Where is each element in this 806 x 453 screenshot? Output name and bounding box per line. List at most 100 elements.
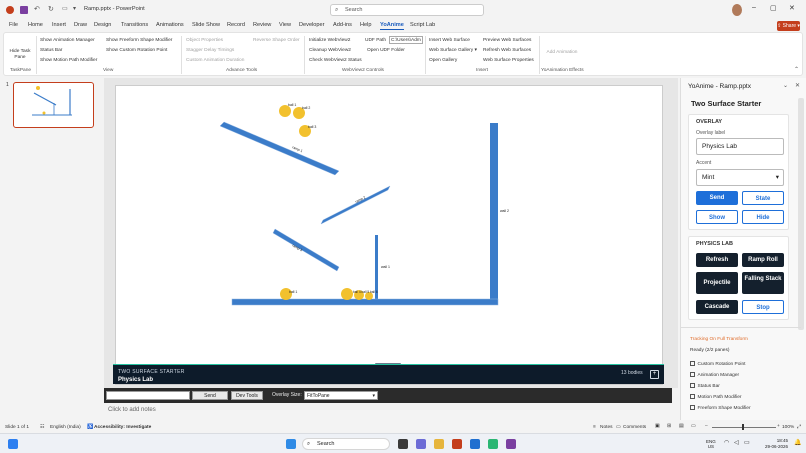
file-explorer-icon[interactable] xyxy=(434,439,444,449)
tab-animations[interactable]: Animations xyxy=(156,22,184,28)
tab-developer[interactable]: Developer xyxy=(299,22,325,28)
show-freeform-shape-modifier[interactable]: Show Freeform Shape Modifier xyxy=(106,38,172,43)
status-bar-toggle[interactable]: Status Bar xyxy=(40,48,62,53)
comments-button[interactable]: Comments xyxy=(623,425,646,430)
ramp-1[interactable] xyxy=(219,121,340,176)
wifi-icon[interactable]: ◠ xyxy=(724,439,729,446)
hud-add-button[interactable]: + xyxy=(650,370,659,379)
refresh-button[interactable]: Refresh xyxy=(696,253,738,267)
browser-icon[interactable] xyxy=(488,439,498,449)
stop-button[interactable]: Stop xyxy=(742,300,784,314)
checkbox[interactable] xyxy=(690,383,695,388)
close-icon[interactable]: ✕ xyxy=(789,4,795,12)
check-motion-path-modifier[interactable]: Motion Path Modifier xyxy=(690,394,742,400)
state-button[interactable]: State xyxy=(742,191,784,205)
accessibility-status[interactable]: Accessibility: Investigate xyxy=(94,425,151,430)
reverse-shape-order[interactable]: Reverse Shape Order xyxy=(253,38,300,43)
udf-path-input[interactable]: C:\Users\Adm xyxy=(389,36,423,44)
slide-canvas[interactable]: ball 1 ball 2 ball 3 ramp 1 ramp 2 ramp … xyxy=(115,85,663,385)
battery-icon[interactable]: ▭ xyxy=(744,439,750,446)
web-surface-gallery[interactable]: Web Surface Gallery ▾ xyxy=(429,48,477,53)
overlay-size-select[interactable]: FitToPane ▾ xyxy=(304,391,378,400)
notifications-icon[interactable]: 🔔 xyxy=(794,439,801,446)
refresh-web-surfaces[interactable]: Refresh Web Surfaces xyxy=(483,48,531,53)
tab-yoanime[interactable]: YoAnime xyxy=(380,22,404,30)
check-animation-manager[interactable]: Animation Manager xyxy=(690,372,739,378)
powerpoint-taskbar-icon[interactable] xyxy=(452,439,462,449)
taskbar-search[interactable]: ⌕ Search xyxy=(302,438,390,450)
maximize-icon[interactable]: ▢ xyxy=(770,4,777,12)
hide-button[interactable]: Hide xyxy=(742,210,784,224)
wall-2[interactable] xyxy=(490,123,498,305)
ramp-3[interactable] xyxy=(272,228,340,272)
open-udf-folder[interactable]: Open UDF Folder xyxy=(367,48,405,53)
zoom-out-icon[interactable]: – xyxy=(705,424,708,429)
show-custom-rotation-point[interactable]: Show Custom Rotation Point xyxy=(106,48,167,53)
checkbox[interactable] xyxy=(690,394,695,399)
collapse-ribbon-icon[interactable]: ⌃ xyxy=(794,66,799,73)
overlay-label-input[interactable]: Physics Lab xyxy=(696,138,784,155)
preview-web-surfaces[interactable]: Preview Web Surfaces xyxy=(483,38,531,43)
task-pane-scrollbar[interactable] xyxy=(798,98,804,330)
custom-animation-duration[interactable]: Custom Animation Duration xyxy=(186,58,244,63)
weather-icon[interactable] xyxy=(8,439,18,449)
checkbox[interactable] xyxy=(690,372,695,377)
visual-studio-icon[interactable] xyxy=(506,439,516,449)
edge-icon[interactable] xyxy=(470,439,480,449)
search-box[interactable]: ⌕ Search xyxy=(330,4,484,16)
zoom-level[interactable]: 100% xyxy=(782,425,794,430)
checkbox[interactable] xyxy=(690,361,695,366)
tab-home[interactable]: Home xyxy=(28,22,43,28)
open-gallery[interactable]: Open Gallery xyxy=(429,58,457,63)
language-indicator[interactable]: ENG US xyxy=(706,439,716,449)
show-motion-path-modifier[interactable]: Show Motion Path Modifier xyxy=(40,58,97,63)
share-button[interactable]: ⇪ Share ▾ xyxy=(777,21,800,31)
zoom-in-icon[interactable]: + xyxy=(777,424,780,429)
object-properties[interactable]: Object Properties xyxy=(186,38,223,43)
normal-view-icon[interactable]: ▣ xyxy=(655,424,660,429)
check-freeform-shape-modifier[interactable]: Freeform Shape Modifier xyxy=(690,405,751,411)
tab-view[interactable]: View xyxy=(279,22,291,28)
tab-draw[interactable]: Draw xyxy=(74,22,87,28)
add-animation-button[interactable]: Add Animation xyxy=(544,50,580,56)
present-icon[interactable]: ▭ xyxy=(62,5,68,12)
notes-area[interactable]: Click to add notes xyxy=(104,404,680,420)
volume-icon[interactable]: ◁ xyxy=(734,439,739,446)
notes-button[interactable]: Notes xyxy=(600,425,613,430)
tab-file[interactable]: File xyxy=(9,22,18,28)
ramp-2[interactable] xyxy=(320,185,391,225)
insert-web-surface[interactable]: Insert Web Surface xyxy=(429,38,470,43)
ramp-roll-button[interactable]: Ramp Roll xyxy=(742,253,784,267)
tab-record[interactable]: Record xyxy=(227,22,245,28)
check-status-bar[interactable]: Status Bar xyxy=(690,383,720,389)
undo-icon[interactable]: ↶ xyxy=(34,5,40,13)
tab-review[interactable]: Review xyxy=(253,22,271,28)
check-custom-rotation-point[interactable]: Custom Rotation Point xyxy=(690,361,746,367)
accent-select[interactable]: Mint ▾ xyxy=(696,169,784,186)
dev-send-button[interactable]: Send xyxy=(192,391,228,400)
slideshow-view-icon[interactable]: ▭ xyxy=(691,424,696,429)
clock[interactable]: 18:45 29-06-2026 xyxy=(758,438,788,450)
task-pane-options-icon[interactable]: ⌄ xyxy=(783,82,788,89)
check-webview2-status[interactable]: Check WebView2 Status xyxy=(309,58,362,63)
tab-insert[interactable]: Insert xyxy=(52,22,66,28)
redo-icon[interactable]: ↻ xyxy=(48,5,54,13)
floor[interactable] xyxy=(231,298,499,306)
show-button[interactable]: Show xyxy=(696,210,738,224)
task-view-icon[interactable] xyxy=(398,439,408,449)
slide-thumbnail[interactable] xyxy=(13,82,94,128)
zoom-slider[interactable] xyxy=(712,427,776,428)
tab-add-ins[interactable]: Add-ins xyxy=(333,22,352,28)
tab-script-lab[interactable]: Script Lab xyxy=(410,22,435,28)
cleanup-webview2[interactable]: Cleanup WebView2 xyxy=(309,48,351,53)
dev-tools-button[interactable]: Dev Tools xyxy=(231,391,263,400)
minimize-icon[interactable]: – xyxy=(752,4,756,11)
cascade-button[interactable]: Cascade xyxy=(696,300,738,314)
wall-1[interactable] xyxy=(375,235,378,305)
tab-help[interactable]: Help xyxy=(360,22,372,28)
message-input[interactable] xyxy=(106,391,190,400)
customize-qat-icon[interactable]: ▾ xyxy=(73,5,76,12)
zoom-slider-thumb[interactable] xyxy=(742,424,744,430)
avatar[interactable] xyxy=(732,4,742,16)
slide-sorter-icon[interactable]: ⊞ xyxy=(667,424,671,429)
